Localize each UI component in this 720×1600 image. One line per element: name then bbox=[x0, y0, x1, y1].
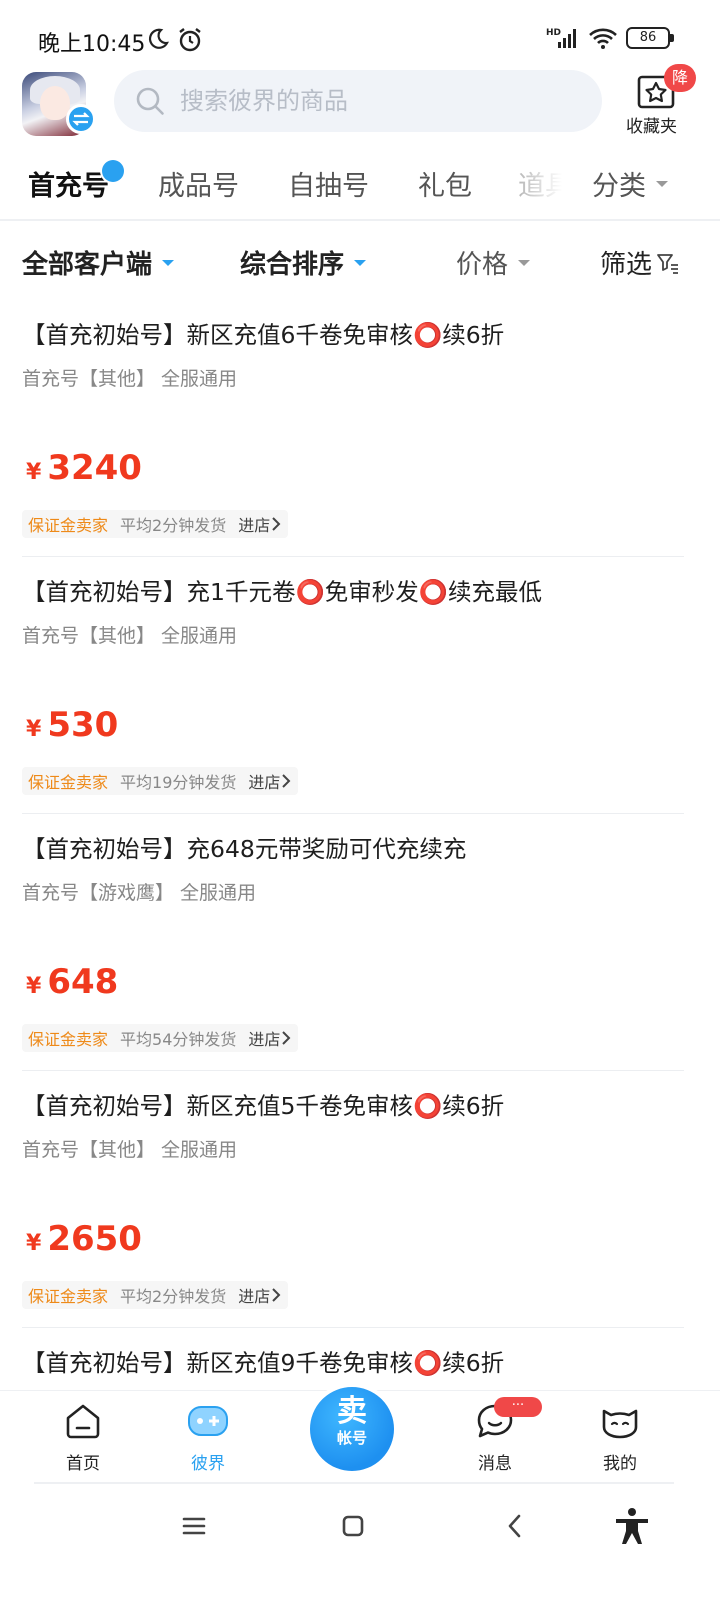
enter-shop-link[interactable]: 进店 bbox=[238, 512, 282, 536]
search-icon bbox=[136, 87, 164, 115]
chevron-down-icon bbox=[656, 180, 668, 187]
wifi-icon bbox=[589, 28, 617, 49]
listing-card[interactable]: 【首充初始号】新区充值5千卷免审核⭕续6折 首充号【其他】 全服通用 ¥2650… bbox=[22, 1071, 684, 1328]
listing-title: 【首充初始号】充1千元卷⭕免审秒发⭕续充最低 bbox=[22, 578, 542, 606]
listing-card[interactable]: 【首充初始号】充648元带奖励可代充续充 首充号【游戏鹰】 全服通用 ¥648 … bbox=[22, 814, 684, 1071]
nav-mine[interactable]: 我的 bbox=[575, 1401, 665, 1474]
bottom-navigation: 首页 彼界 卖 帐号 ··· 消息 我的 bbox=[0, 1383, 720, 1486]
enter-shop-link[interactable]: 进店 bbox=[248, 769, 292, 793]
listing-meta: 保证金卖家 平均54分钟发货 进店 bbox=[22, 1024, 299, 1052]
screen-filter[interactable]: 筛选 bbox=[600, 244, 680, 281]
listing-price: ¥648 bbox=[26, 962, 119, 1002]
accessibility-icon[interactable] bbox=[612, 1506, 652, 1546]
search-bar[interactable] bbox=[114, 70, 602, 132]
chevron-right-icon bbox=[272, 517, 281, 531]
home-square-icon[interactable] bbox=[340, 1512, 366, 1540]
listing-meta: 保证金卖家 平均2分钟发货 进店 bbox=[22, 510, 289, 538]
nav-home[interactable]: 首页 bbox=[38, 1401, 128, 1474]
gamepad-icon bbox=[188, 1406, 228, 1436]
status-time: 晚上10:45 bbox=[38, 32, 146, 57]
battery-indicator: 86 bbox=[626, 27, 674, 49]
chevron-right-icon bbox=[282, 774, 291, 788]
filter-bar: 全部客户端 综合排序 价格 筛选 bbox=[0, 236, 720, 288]
listing-meta: 保证金卖家 平均2分钟发货 进店 bbox=[22, 1281, 289, 1309]
system-navigation-bar bbox=[0, 1490, 720, 1600]
listing-card[interactable]: 【首充初始号】新区充值6千卷免审核⭕续6折 首充号【其他】 全服通用 ¥3240… bbox=[22, 300, 684, 557]
enter-shop-link[interactable]: 进店 bbox=[238, 1283, 282, 1307]
chevron-right-icon bbox=[272, 1288, 281, 1302]
back-icon[interactable] bbox=[502, 1512, 528, 1540]
listing-price: ¥2650 bbox=[26, 1219, 142, 1259]
unread-badge: ··· bbox=[494, 1397, 542, 1417]
listing-subtitle: 首充号【游戏鹰】 全服通用 bbox=[22, 882, 257, 904]
listing-meta: 保证金卖家 平均19分钟发货 进店 bbox=[22, 767, 299, 795]
shipping-time: 平均2分钟发货 bbox=[120, 1287, 227, 1306]
deposit-seller-tag: 保证金卖家 bbox=[28, 1030, 109, 1049]
listing-title: 【首充初始号】新区充值6千卷免审核⭕续6折 bbox=[22, 321, 505, 349]
listing-title: 【首充初始号】新区充值9千卷免审核⭕续6折 bbox=[22, 1349, 505, 1377]
alarm-icon bbox=[179, 28, 201, 52]
listing-subtitle: 首充号【其他】 全服通用 bbox=[22, 368, 238, 390]
listing-price: ¥3240 bbox=[26, 448, 142, 488]
chevron-right-icon bbox=[282, 1031, 291, 1045]
cat-face-icon bbox=[602, 1409, 638, 1439]
svg-text:HD: HD bbox=[546, 28, 561, 38]
deposit-seller-tag: 保证金卖家 bbox=[28, 773, 109, 792]
tab-finished-account[interactable]: 成品号 bbox=[158, 164, 239, 203]
menu-icon[interactable] bbox=[180, 1512, 208, 1540]
category-tabs: 首充号 成品号 自抽号 礼包 道具 分类 bbox=[0, 152, 720, 218]
search-input[interactable] bbox=[180, 87, 580, 115]
shipping-time: 平均54分钟发货 bbox=[120, 1030, 237, 1049]
price-drop-badge: 降 bbox=[664, 64, 696, 92]
dropdown-arrow-icon bbox=[518, 259, 531, 266]
shipping-time: 平均19分钟发货 bbox=[120, 773, 237, 792]
shipping-time: 平均2分钟发货 bbox=[120, 516, 227, 535]
price-filter[interactable]: 价格 bbox=[456, 244, 531, 281]
dropdown-arrow-icon bbox=[162, 259, 175, 266]
tab-first-charge[interactable]: 首充号 bbox=[28, 164, 109, 203]
client-filter[interactable]: 全部客户端 bbox=[22, 244, 175, 281]
listing-title: 【首充初始号】充648元带奖励可代充续充 bbox=[22, 835, 467, 863]
nav-messages[interactable]: ··· 消息 bbox=[450, 1397, 542, 1474]
nav-bijie[interactable]: 彼界 bbox=[163, 1401, 253, 1474]
listing-card[interactable]: 【首充初始号】充1千元卷⭕免审秒发⭕续充最低 首充号【其他】 全服通用 ¥530… bbox=[22, 557, 684, 814]
header: 降 收藏夹 bbox=[0, 64, 720, 142]
enter-shop-link[interactable]: 进店 bbox=[248, 1026, 292, 1050]
status-bar: 晚上10:45 HD 86 bbox=[0, 0, 720, 66]
home-icon bbox=[66, 1404, 100, 1439]
deposit-seller-tag: 保证金卖家 bbox=[28, 1287, 109, 1306]
sell-account-button[interactable]: 卖 帐号 bbox=[306, 1383, 398, 1475]
tab-self-draw[interactable]: 自抽号 bbox=[288, 164, 369, 203]
listing-price: ¥530 bbox=[26, 705, 119, 745]
listing-subtitle: 首充号【其他】 全服通用 bbox=[22, 1139, 238, 1161]
moon-icon bbox=[149, 28, 169, 49]
filter-icon bbox=[657, 253, 679, 274]
signal-icon: HD bbox=[546, 28, 576, 48]
divider bbox=[0, 219, 720, 221]
listing-title: 【首充初始号】新区充值5千卷免审核⭕续6折 bbox=[22, 1092, 505, 1120]
listing-subtitle: 首充号【其他】 全服通用 bbox=[22, 625, 238, 647]
favorites-label: 收藏夹 bbox=[626, 117, 677, 137]
switch-game-icon[interactable] bbox=[66, 104, 96, 134]
dropdown-arrow-icon bbox=[354, 259, 367, 266]
tab-indicator-dot bbox=[102, 160, 124, 182]
tab-categories[interactable]: 分类 bbox=[592, 164, 668, 203]
deposit-seller-tag: 保证金卖家 bbox=[28, 516, 109, 535]
tab-gift-pack[interactable]: 礼包 bbox=[418, 164, 472, 203]
favorites-button[interactable]: 降 收藏夹 bbox=[624, 64, 696, 140]
sort-filter[interactable]: 综合排序 bbox=[240, 244, 367, 281]
divider bbox=[34, 1482, 674, 1484]
